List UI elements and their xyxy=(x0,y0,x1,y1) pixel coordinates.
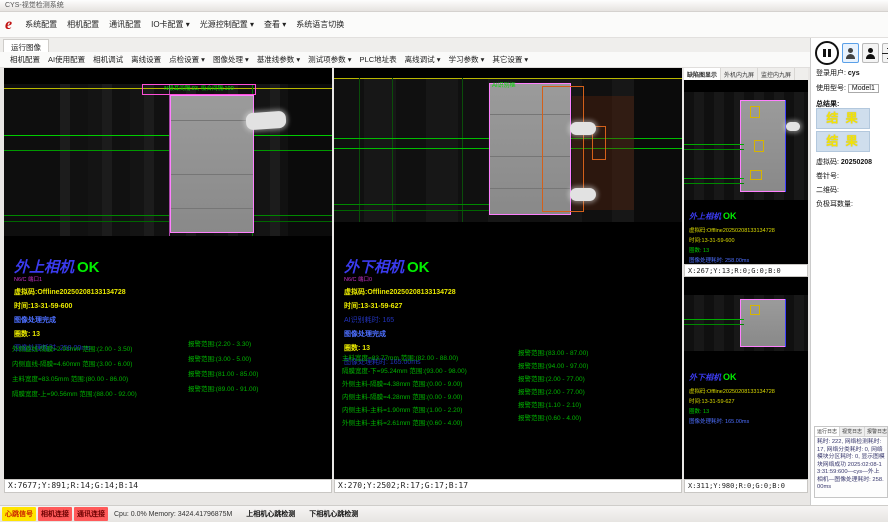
defect-lower-result-block: 外下相机OK 虚拟码:Offline20250208133134728 时间:1… xyxy=(689,367,801,425)
alarm-range: 报警范围:(81.00 - 85.00) xyxy=(188,368,258,378)
model-row: 使用型号: Model1 xyxy=(816,83,879,93)
result-badge-lower: 结 果 xyxy=(816,131,870,152)
alarm-range: 报警范围:(2.00 - 77.00) xyxy=(518,386,585,396)
sidebar-buttons xyxy=(815,41,888,65)
exit-button[interactable] xyxy=(882,43,888,63)
qr-code-label: 二维码: xyxy=(816,185,839,195)
pin-number-label: 卷针号: xyxy=(816,171,839,181)
camera-panel-lower: AI识别框 外下相机OK N6/C 端口0 虚拟码:Offline2025020… xyxy=(334,68,682,479)
negative-tab-count-label: 负极耳数量: xyxy=(816,199,853,209)
toolbar-learning-params[interactable]: 学习参数 ▾ xyxy=(444,52,488,67)
upper-camera-coord-status: X:7677;Y:891;R:14;G:14;B:14 xyxy=(4,479,332,493)
upper-camera-heartbeat-status: 上相机心跳检测 xyxy=(246,509,295,519)
comm-connection-badge: 通讯连接 xyxy=(74,507,108,521)
virtual-code-row: 虚拟码: 20250208 xyxy=(816,157,872,167)
defect-view-upper[interactable]: 外上相机OK 虚拟码:Offline20250208133134728 时间:1… xyxy=(684,80,808,264)
user-icon xyxy=(846,48,855,59)
menu-comm-config[interactable]: 通讯配置 xyxy=(104,16,146,33)
toolbar-spot-check-settings[interactable]: 点检设置 ▾ xyxy=(165,52,209,67)
tab-row: 运行图像 xyxy=(0,38,810,53)
model-value[interactable]: Model1 xyxy=(848,84,879,93)
lower-camera-coord-status: X:270;Y:2502;R:17;G:17;B:17 xyxy=(334,479,682,493)
menu-view[interactable]: 查看 ▾ xyxy=(259,16,291,33)
cpu-memory-status: Cpu: 0.0% Memory: 3424.41796875M xyxy=(114,511,232,518)
measurement-value: 内侧直线-隔膜=4.60mm 范围:(3.00 - 6.00) xyxy=(12,361,132,368)
toolbar-plc-address-table[interactable]: PLC地址表 xyxy=(356,52,401,67)
status-bar: 心跳信号 相机连接 通讯连接 Cpu: 0.0% Memory: 3424.41… xyxy=(0,505,888,522)
measurement-value: 外侧主料-主料=2.61mm 范围:(0.60 - 4.00) xyxy=(342,420,462,427)
result-badge-upper: 结 果 xyxy=(816,108,870,129)
menu-system-config[interactable]: 系统配置 xyxy=(20,16,62,33)
window-title: CYS-视觉检测系统 xyxy=(5,2,64,9)
login-user-value: cys xyxy=(848,70,860,77)
user-login-button[interactable] xyxy=(842,43,859,63)
toolbar-offline-settings[interactable]: 离线设置 xyxy=(127,52,165,67)
alarm-range: 报警范围:(3.00 - 5.00) xyxy=(188,353,251,363)
log-tab-run[interactable]: 运行日志 xyxy=(815,427,840,436)
heartbeat-status-badge: 心跳信号 xyxy=(2,507,36,521)
virtual-code-value: 20250208 xyxy=(841,159,872,166)
defect-lower-coord-status: X:311;Y:980;R:0;G:0;B:0 xyxy=(684,479,808,493)
user-dark-icon xyxy=(866,48,875,59)
tab-outer-nine-grid[interactable]: 外机内九屏 xyxy=(721,68,758,80)
alarm-range: 报警范围:(83.00 - 87.00) xyxy=(518,347,588,357)
log-tabs: 运行日志 视觉日志 报警日志 xyxy=(815,427,887,437)
menu-light-control-config[interactable]: 光源控制配置 ▾ xyxy=(195,16,259,33)
sidebar: 登录用户: cys 使用型号: Model1 总结果: 结 果 结 果 虚拟码:… xyxy=(810,38,888,505)
log-tab-alarm[interactable]: 报警日志 xyxy=(865,427,888,436)
toolbar-camera-config[interactable]: 相机配置 xyxy=(6,52,44,67)
defect-upper-coord-status: X:267;Y:13;R:0;G:0;B:0 xyxy=(684,264,808,277)
toolbar-camera-debug[interactable]: 相机调试 xyxy=(89,52,127,67)
measurement-value: 主料宽度=83.05mm 范围:(80.00 - 86.00) xyxy=(12,376,128,383)
log-tab-vision[interactable]: 视觉日志 xyxy=(840,427,865,436)
lower-measurement-rows: 主料宽度=83.77mm 范围:(82.00 - 88.00)报警范围:(83.… xyxy=(334,68,682,479)
alarm-range: 报警范围:(2.00 - 77.00) xyxy=(518,373,585,383)
login-user-row: 登录用户: cys xyxy=(816,68,860,78)
menu-bar: e 系统配置 相机配置 通讯配置 IO卡配置 ▾ 光源控制配置 ▾ 查看 ▾ 系… xyxy=(0,12,888,38)
toolbar-offline-debug[interactable]: 离线调试 ▾ xyxy=(401,52,445,67)
alarm-range: 报警范围:(2.20 - 3.30) xyxy=(188,338,251,348)
camera-connection-badge: 相机连接 xyxy=(38,507,72,521)
tab-run-image[interactable]: 运行图像 xyxy=(3,39,49,52)
toolbar-ai-usage-config[interactable]: AI使用配置 xyxy=(44,52,89,67)
defect-view-lower[interactable]: 外下相机OK 虚拟码:Offline20250208133134728 时间:1… xyxy=(684,277,808,479)
log-text: 耗时: 222, 网络检测耗时: 17, 网络分类耗时: 0, 网络模块分区耗时… xyxy=(815,437,887,494)
pause-button[interactable] xyxy=(815,41,839,65)
alarm-range: 报警范围:(0.60 - 4.00) xyxy=(518,412,581,422)
tab-monitor-nine-grid[interactable]: 监控内九屏 xyxy=(758,68,795,80)
toolbar: 相机配置 AI使用配置 相机调试 离线设置 点检设置 ▾ 图像处理 ▾ 基准线参… xyxy=(0,52,810,68)
measurement-value: 隔膜宽度-上=90.56mm 范围:(88.00 - 92.00) xyxy=(12,391,137,398)
pause-icon xyxy=(823,49,826,57)
camera-panel-upper: N极耳间隔:93, 吸合间隔:100 外上相机OK N6/C 端口1 虚拟码:O… xyxy=(4,68,332,479)
tab-defect-image[interactable]: 缺陷图显示 xyxy=(684,68,721,80)
toolbar-baseline-params[interactable]: 基准线参数 ▾ xyxy=(253,52,304,67)
lower-camera-heartbeat-status: 下相机心跳检测 xyxy=(309,509,358,519)
log-panel: 运行日志 视觉日志 报警日志 耗时: 222, 网络检测耗时: 17, 网络分类… xyxy=(814,426,888,498)
toolbar-other-settings[interactable]: 其它设置 ▾ xyxy=(488,52,532,67)
title-bar: CYS-视觉检测系统 xyxy=(0,0,888,12)
menu-camera-config[interactable]: 相机配置 xyxy=(62,16,104,33)
app-logo-icon: e xyxy=(5,17,12,33)
menu-io-card-config[interactable]: IO卡配置 ▾ xyxy=(146,16,195,33)
menu-language-switch[interactable]: 系统语言切换 xyxy=(291,16,349,33)
defect-upper-result-block: 外上相机OK 虚拟码:Offline20250208133134728 时间:1… xyxy=(689,206,801,264)
toolbar-test-item-params[interactable]: 测试项参数 ▾ xyxy=(304,52,355,67)
app-window: CYS-视觉检测系统 e 系统配置 相机配置 通讯配置 IO卡配置 ▾ 光源控制… xyxy=(0,0,888,522)
user-manage-button[interactable] xyxy=(862,43,879,63)
alarm-range: 报警范围:(89.00 - 91.00) xyxy=(188,383,258,393)
alarm-range: 报警范围:(1.10 - 2.10) xyxy=(518,399,581,409)
toolbar-image-processing[interactable]: 图像处理 ▾ xyxy=(209,52,253,67)
alarm-range: 报警范围:(94.00 - 97.00) xyxy=(518,360,588,370)
measurement-value: 外侧直线-隔膜=2.91mm 范围:(2.00 - 3.50) xyxy=(12,346,132,353)
upper-measurement-rows: 外侧直线-隔膜=2.91mm 范围:(2.00 - 3.50) 报警范围:(2.2… xyxy=(4,68,332,479)
